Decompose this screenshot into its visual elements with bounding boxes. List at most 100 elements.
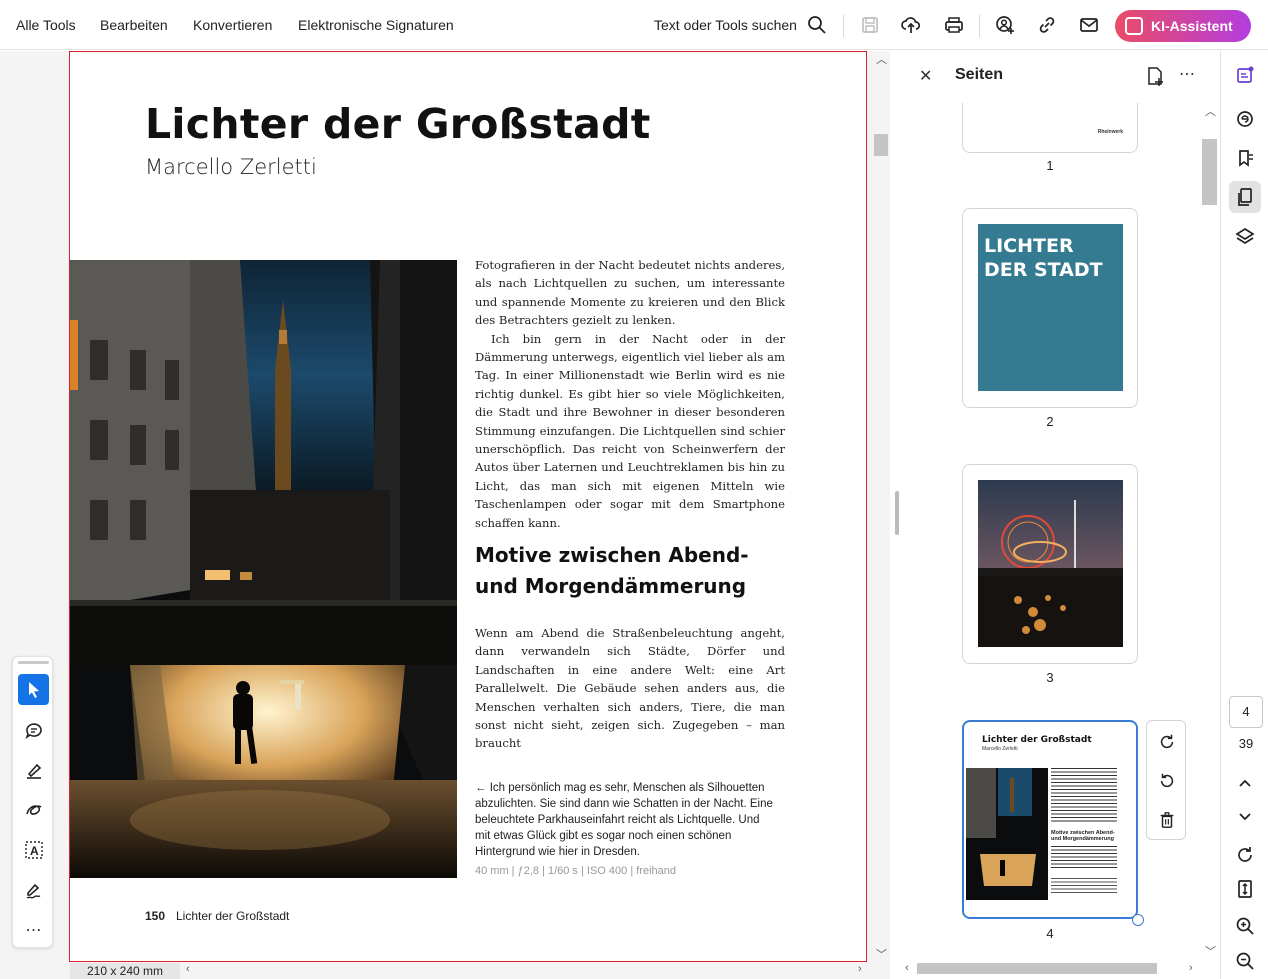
mini-subhead: Motive zwischen Abend- und Morgendämmeru…	[1051, 830, 1115, 842]
scroll-left-icon[interactable]: ‹	[905, 962, 909, 974]
total-pages: 39	[1238, 736, 1254, 751]
comment-icon	[25, 722, 42, 739]
body-text-intro: Fotografieren in der Nacht bedeutet nich…	[475, 256, 785, 532]
scroll-right-icon[interactable]: ›	[858, 963, 862, 975]
search-tools-label[interactable]: Text oder Tools suchen	[654, 17, 797, 33]
photo-caption: ← Ich persönlich mag es sehr, Menschen a…	[475, 780, 775, 860]
layers-icon[interactable]	[1229, 220, 1261, 252]
quick-tools-rail: A ⋯	[12, 656, 53, 948]
panel-title: Seiten	[955, 66, 1004, 83]
page-actions-toolbar	[1146, 720, 1186, 840]
freehand-icon	[25, 804, 41, 815]
scroll-up-icon[interactable]: ︿	[876, 51, 887, 67]
thumbnail-number: 4	[1046, 926, 1054, 941]
refresh-icon[interactable]	[1229, 839, 1261, 871]
current-page-input[interactable]: 4	[1229, 696, 1263, 728]
rotate-counterclockwise-icon[interactable]	[1156, 770, 1178, 792]
paragraph: Wenn am Abend die Straßenbeleuchtung ang…	[475, 626, 785, 751]
paragraph: Fotografieren in der Nacht bedeutet nich…	[475, 258, 785, 328]
highlight-tool-button[interactable]	[18, 754, 49, 785]
rotate-clockwise-icon[interactable]	[1156, 731, 1178, 753]
resize-handle[interactable]	[1132, 914, 1144, 926]
toolbar-separator	[979, 15, 980, 37]
scrollbar-thumb[interactable]	[917, 963, 1157, 974]
page-title: Lichter der Großstadt	[145, 100, 651, 148]
ki-assistent-button[interactable]: KI-Assistent	[1115, 10, 1251, 42]
scroll-down-icon[interactable]: ﹀	[876, 946, 887, 962]
page-thumbnail-2[interactable]: LICHTER DER STADT	[962, 208, 1138, 408]
cover-title-line: LICHTER	[984, 235, 1074, 257]
paragraph: Ich bin gern in der Nacht oder in der Dä…	[475, 331, 785, 530]
comment-tool-button[interactable]	[18, 714, 49, 745]
publisher-logo: Rheinwerk	[1097, 129, 1123, 135]
insert-page-icon[interactable]	[1145, 66, 1165, 91]
mini-photo	[966, 768, 1048, 900]
body-text-section: Wenn am Abend die Straßenbeleuchtung ang…	[475, 624, 785, 753]
zoom-in-icon[interactable]	[1229, 910, 1261, 942]
upload-icon[interactable]	[900, 14, 922, 36]
cover-title-line: DER STADT	[984, 259, 1103, 281]
page-author: Marcello Zerletti	[145, 155, 317, 179]
more-tools-icon[interactable]: ⋯	[18, 914, 49, 945]
top-menubar: Alle Tools Bearbeiten Konvertieren Elekt…	[0, 0, 1268, 50]
next-page-icon[interactable]	[1229, 800, 1261, 832]
search-icon[interactable]	[806, 14, 828, 36]
scroll-right-icon[interactable]: ›	[1189, 962, 1193, 974]
pages-panel-icon[interactable]	[1229, 181, 1261, 213]
page-size-indicator: 210 x 240 mm	[70, 963, 180, 979]
highlighter-icon	[26, 763, 41, 779]
page-thumbnail-4[interactable]: Lichter der Großstadt Marcello Zerletti …	[962, 720, 1138, 919]
share-user-icon[interactable]	[994, 14, 1016, 36]
menu-alle-tools[interactable]: Alle Tools	[16, 17, 76, 33]
mini-text-lines: Motive zwischen Abend- und Morgendämmeru…	[1051, 768, 1117, 894]
ai-summary-icon[interactable]	[1229, 103, 1261, 135]
cursor-arrow-icon	[28, 681, 39, 698]
ki-assistent-label: KI-Assistent	[1151, 18, 1233, 34]
running-footer: Lichter der Großstadt	[176, 909, 290, 923]
ferris-wheel-photo	[978, 480, 1123, 647]
more-options-icon[interactable]: ⋯	[1179, 64, 1195, 84]
thumbnail-number: 2	[1046, 414, 1054, 429]
bookmark-icon[interactable]	[1229, 142, 1261, 174]
page-thumbnail-3[interactable]	[962, 464, 1138, 664]
page-thumbnail-1[interactable]: Rheinwerk	[962, 103, 1138, 153]
night-street-photo	[70, 260, 457, 878]
menu-elektronische-signaturen[interactable]: Elektronische Signaturen	[298, 17, 454, 33]
thumbnail-number: 1	[1046, 158, 1054, 173]
print-icon[interactable]	[943, 14, 965, 36]
scroll-up-icon[interactable]: ︿	[1205, 103, 1216, 119]
scrollbar-thumb[interactable]	[874, 134, 888, 156]
thumbnail-number: 3	[1046, 670, 1054, 685]
close-icon[interactable]: ✕	[919, 66, 932, 86]
zoom-out-icon[interactable]	[1229, 945, 1261, 977]
panel-resize-handle[interactable]	[895, 491, 899, 535]
trash-icon[interactable]	[1156, 809, 1178, 831]
left-arrow-icon: ←	[475, 782, 487, 794]
scroll-down-icon[interactable]: ﹀	[1205, 943, 1216, 959]
pdf-page[interactable]: Lichter der Großstadt Marcello Zerletti	[69, 51, 867, 962]
link-icon[interactable]	[1036, 14, 1058, 36]
rail-drag-handle[interactable]	[18, 661, 49, 664]
panel-horizontal-scrollbar[interactable]: ‹ ›	[903, 960, 1201, 979]
sign-tool-button[interactable]	[18, 874, 49, 905]
panel-vertical-scrollbar[interactable]: ︿ ﹀	[1201, 103, 1218, 960]
signature-pen-icon	[26, 883, 40, 899]
scrollbar-thumb[interactable]	[1202, 139, 1217, 205]
menu-konvertieren[interactable]: Konvertieren	[193, 17, 272, 33]
edit-pdf-icon[interactable]	[1229, 59, 1261, 91]
draw-tool-button[interactable]	[18, 794, 49, 825]
document-horizontal-scrollbar[interactable]: ‹ ›	[182, 963, 868, 977]
fit-page-icon[interactable]	[1229, 873, 1261, 905]
photo-exif-data: 40 mm | ƒ2,8 | 1/60 s | ISO 400 | freiha…	[475, 865, 676, 877]
menu-bearbeiten[interactable]: Bearbeiten	[100, 17, 168, 33]
text-box-tool-button[interactable]: A	[18, 834, 49, 865]
select-tool-button[interactable]	[18, 674, 49, 705]
previous-page-icon[interactable]	[1229, 767, 1261, 799]
scroll-left-icon[interactable]: ‹	[186, 963, 190, 975]
mail-icon[interactable]	[1078, 14, 1100, 36]
cover-image: LICHTER DER STADT	[978, 224, 1123, 391]
document-vertical-scrollbar[interactable]: ︿ ﹀	[872, 51, 890, 963]
page-number: 150	[145, 909, 166, 923]
ai-assistant-icon	[1125, 17, 1143, 35]
save-icon[interactable]	[859, 14, 881, 36]
